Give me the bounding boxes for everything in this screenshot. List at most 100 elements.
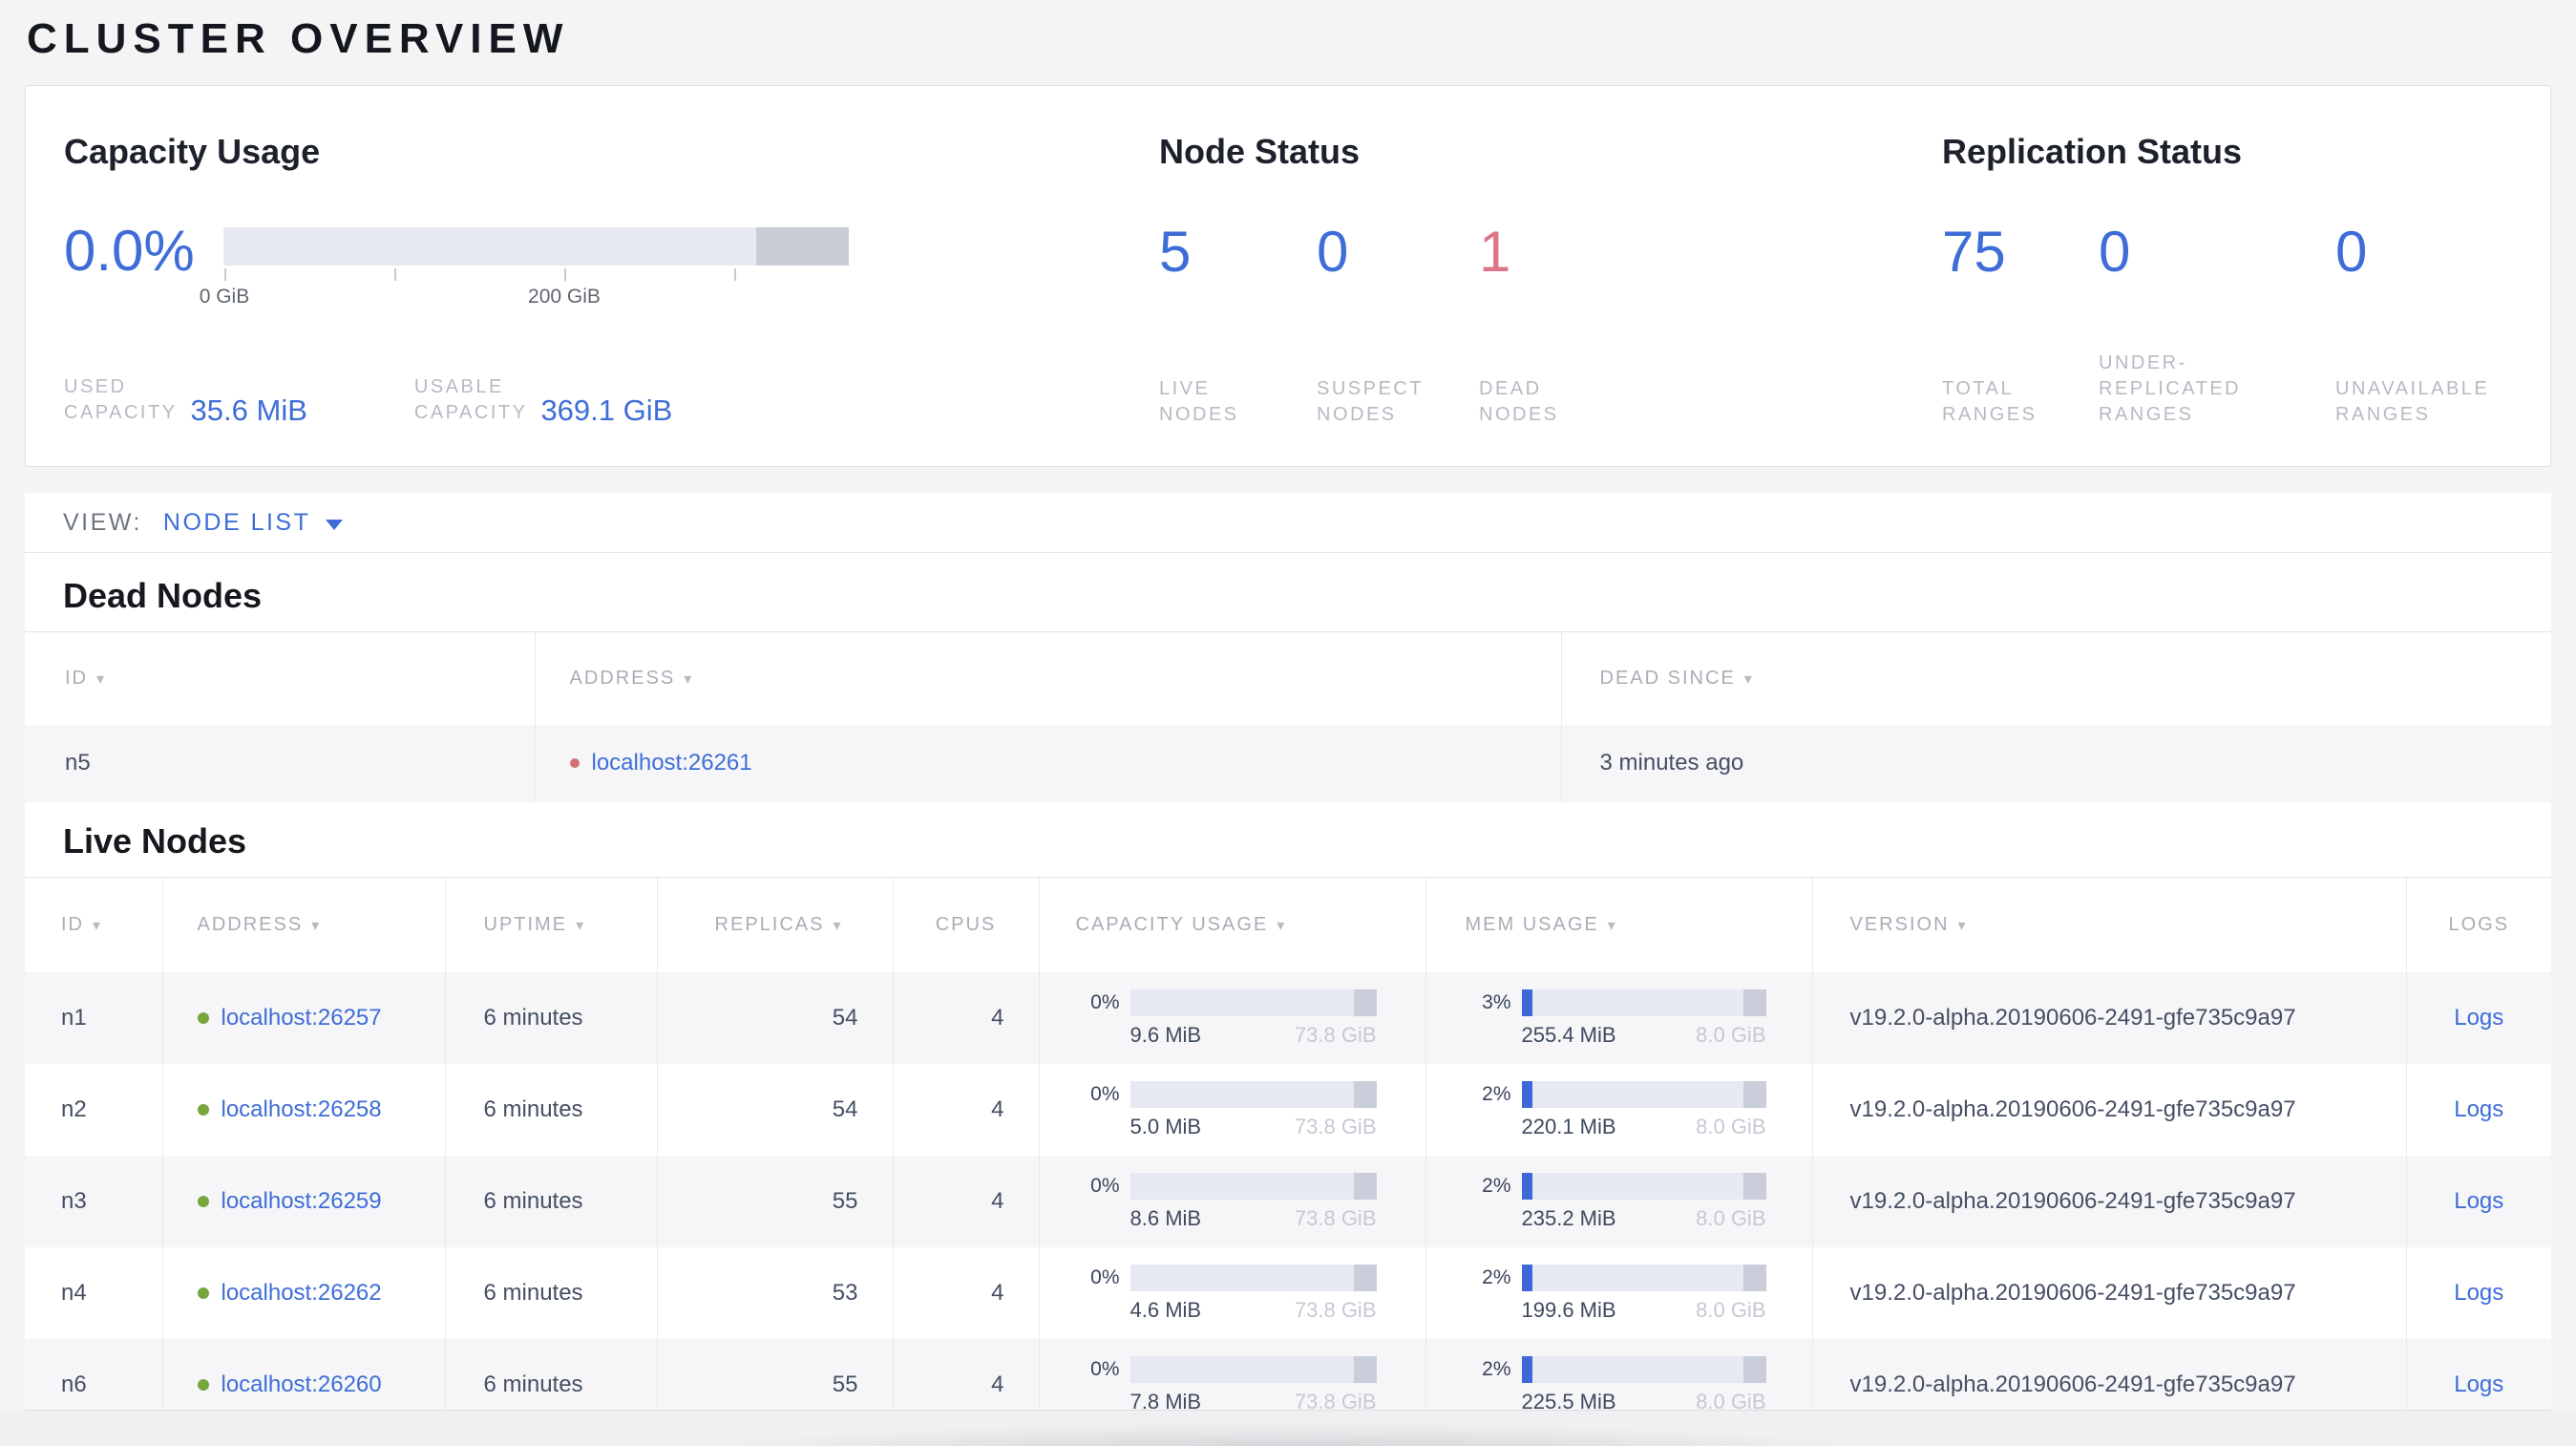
mem-used-value: 220.1 MiB [1521, 1114, 1616, 1138]
mem-total-value: 8.0 GiB [1696, 1114, 1766, 1138]
mem-minibar [1521, 989, 1766, 1016]
logs-cell: Logs [2405, 1156, 2551, 1247]
cluster-summary-panel: Capacity Usage 0.0% 0 GiB 200 GiB USED C… [25, 85, 2551, 467]
column-header-uptime[interactable]: UPTIME ▾ [444, 876, 657, 972]
cap-usage-bar: 0% 5.0 MiB 73.8 GiB [1040, 1080, 1425, 1139]
column-header-mem-usage[interactable]: MEM USAGE ▾ [1425, 876, 1812, 972]
view-label: VIEW: [63, 508, 142, 536]
replicas-cell: 55 [656, 1339, 893, 1410]
capacity-usage-section: Capacity Usage 0.0% 0 GiB 200 GiB USED C… [64, 132, 1124, 432]
live-status-dot [197, 1104, 209, 1116]
capacity-bar [223, 227, 849, 266]
sort-arrow-icon: ▾ [1277, 917, 1287, 934]
node-address-link[interactable]: localhost:26261 [592, 750, 752, 776]
node-id-cell: n6 [61, 1372, 87, 1397]
column-header-dead-since[interactable]: DEAD SINCE ▾ [1560, 631, 2551, 725]
mem-usage-cell: 2% 235.2 MiB 8.0 GiB [1425, 1156, 1812, 1247]
suspect-nodes-count: 0 [1317, 220, 1349, 284]
logs-link[interactable]: Logs [2454, 1280, 2503, 1306]
logs-link[interactable]: Logs [2454, 1005, 2503, 1031]
node-address-link[interactable]: localhost:26258 [222, 1096, 382, 1123]
dead-node-row: n5 localhost:26261 3 minutes ago [25, 724, 2551, 802]
node-address-link[interactable]: localhost:26260 [222, 1372, 382, 1398]
column-header-capacity-usage[interactable]: CAPACITY USAGE ▾ [1038, 876, 1425, 972]
column-header-id[interactable]: ID ▾ [25, 631, 535, 725]
view-selector[interactable]: NODE LIST [163, 509, 310, 537]
column-header-replicas[interactable]: REPLICAS ▾ [656, 876, 893, 972]
mem-reserved-segment [1742, 1080, 1766, 1108]
mem-used-value: 235.2 MiB [1521, 1205, 1616, 1230]
capacity-usage-heading: Capacity Usage [64, 132, 321, 171]
mem-used-segment [1521, 1172, 1532, 1200]
cap-used-value: 5.0 MiB [1130, 1114, 1202, 1138]
node-address-cell: localhost:26257 [161, 972, 445, 1064]
node-address-link[interactable]: localhost:26259 [222, 1188, 382, 1215]
mem-total-value: 8.0 GiB [1696, 1389, 1766, 1411]
cap-bar-labels: 7.8 MiB 73.8 GiB [1130, 1390, 1377, 1411]
cap-bar-labels: 9.6 MiB 73.8 GiB [1130, 1023, 1377, 1048]
live-node-row: n2 localhost:26258 6 minutes 54 4 0% 5.0 MiB 73… [25, 1064, 2551, 1156]
cap-percent-label: 0% [1090, 1265, 1120, 1288]
under-replicated-count: 0 [2099, 220, 2131, 284]
cap-usage-cell: 0% 9.6 MiB 73.8 GiB [1038, 972, 1425, 1064]
version-cell: v19.2.0-alpha.20190606-2491-gfe735c9a97 [1811, 1064, 2406, 1156]
total-ranges-stat: 75 TOTAL RANGES [1942, 223, 2099, 432]
logs-link[interactable]: Logs [2454, 1096, 2503, 1122]
replicas-cell: 54 [656, 972, 893, 1064]
cap-minibar [1130, 989, 1377, 1016]
cpus-cell: 4 [892, 1247, 1039, 1339]
column-header-label: ADDRESS [197, 913, 304, 935]
logs-cell: Logs [2405, 972, 2551, 1064]
cap-used-value: 4.6 MiB [1130, 1297, 1202, 1322]
usable-capacity-stat: USABLE CAPACITY 369.1 GiB [414, 374, 672, 426]
node-address-link[interactable]: localhost:26262 [222, 1280, 382, 1307]
chevron-down-icon[interactable] [326, 519, 344, 530]
sort-arrow-icon: ▾ [684, 670, 694, 688]
column-header-label: MEM USAGE [1465, 913, 1599, 935]
sort-arrow-icon: ▾ [1607, 917, 1617, 934]
live-nodes-count: 5 [1159, 220, 1192, 284]
node-id-cell: n4 [61, 1280, 87, 1306]
logs-link[interactable]: Logs [2454, 1188, 2503, 1214]
used-capacity-label: USED CAPACITY [64, 376, 178, 423]
column-header-label: UPTIME [483, 913, 568, 935]
node-address-cell: localhost:26258 [161, 1064, 445, 1156]
cpus-cell: 4 [892, 1156, 1039, 1247]
view-bar: VIEW: NODE LIST [25, 493, 2551, 553]
capacity-bar-ticks [223, 266, 849, 282]
cap-used-value: 8.6 MiB [1130, 1205, 1202, 1230]
total-ranges-count: 75 [1942, 220, 2006, 284]
cap-reserved-segment [1353, 1080, 1377, 1108]
cap-minibar [1130, 1355, 1377, 1383]
column-header-address[interactable]: ADDRESS ▾ [161, 876, 445, 972]
dead-table-header-row: ID ▾ ADDRESS ▾ DEAD SINCE ▾ [25, 631, 2551, 725]
cap-usage-cell: 0% 4.6 MiB 73.8 GiB [1038, 1247, 1425, 1339]
live-status-dot [197, 1012, 209, 1024]
cap-usage-cell: 0% 7.8 MiB 73.8 GiB [1038, 1339, 1425, 1411]
bottom-scroll-shadow [0, 1411, 2576, 1446]
replicas-cell: 53 [656, 1247, 893, 1339]
cap-bar-labels: 8.6 MiB 73.8 GiB [1130, 1206, 1377, 1231]
column-header-version[interactable]: VERSION ▾ [1811, 876, 2406, 972]
mem-usage-bar: 2% 225.5 MiB 8.0 GiB [1426, 1355, 1812, 1411]
replication-status-section: Replication Status 75 TOTAL RANGES 0 UND… [1942, 132, 2534, 432]
mem-reserved-segment [1742, 1355, 1766, 1383]
uptime-cell: 6 minutes [444, 1156, 657, 1247]
replication-status-heading: Replication Status [1942, 132, 2243, 171]
column-header-address[interactable]: ADDRESS ▾ [534, 631, 1561, 725]
mem-percent-label: 2% [1482, 1082, 1511, 1105]
mem-bar-labels: 235.2 MiB 8.0 GiB [1522, 1206, 1766, 1231]
mem-used-segment [1521, 1080, 1532, 1108]
node-address-link[interactable]: localhost:26257 [222, 1005, 382, 1031]
mem-usage-bar: 2% 220.1 MiB 8.0 GiB [1426, 1080, 1812, 1139]
mem-total-value: 8.0 GiB [1696, 1297, 1766, 1322]
logs-link[interactable]: Logs [2454, 1372, 2503, 1397]
sort-arrow-icon: ▾ [833, 917, 843, 934]
mem-minibar [1521, 1355, 1766, 1383]
mem-usage-cell: 2% 199.6 MiB 8.0 GiB [1425, 1247, 1812, 1339]
cap-usage-bar: 0% 8.6 MiB 73.8 GiB [1040, 1172, 1425, 1231]
mem-minibar [1521, 1172, 1766, 1200]
column-header-id[interactable]: ID ▾ [25, 876, 162, 972]
under-replicated-ranges-stat: 0 UNDER- REPLICATED RANGES [2099, 223, 2335, 432]
live-status-dot [197, 1379, 209, 1391]
